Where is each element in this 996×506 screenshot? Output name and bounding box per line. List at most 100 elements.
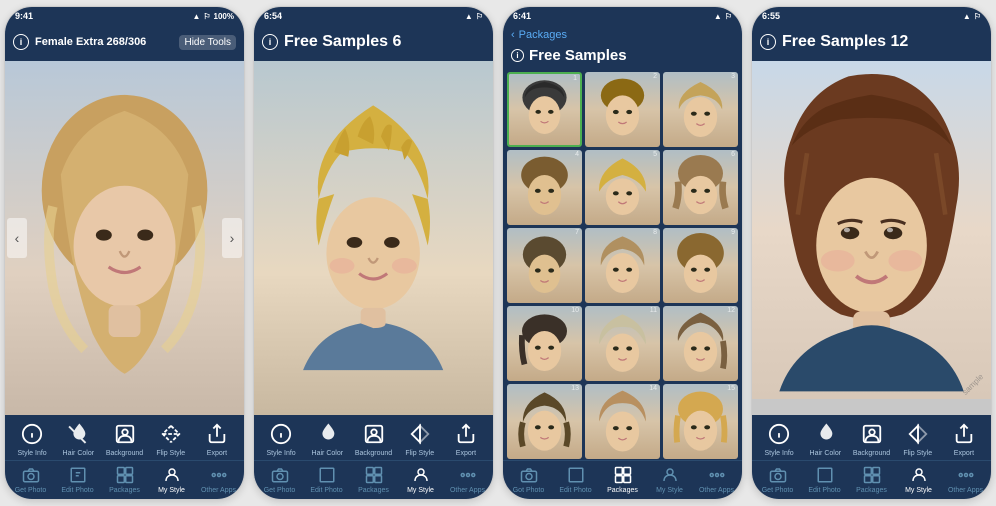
hair-face-4 [507, 150, 582, 225]
hair-cell-5[interactable]: 5 [585, 150, 660, 225]
left-arrow[interactable]: ‹ [7, 218, 27, 258]
tool-style-info-4[interactable]: Style Info [756, 420, 802, 457]
info-icon-2[interactable]: i [262, 34, 278, 50]
hair-face-5 [585, 150, 660, 225]
tool-hair-color-2[interactable]: Hair Color [304, 420, 350, 457]
hair-cell-12[interactable]: 12 [663, 306, 738, 381]
face-svg-4 [764, 61, 979, 399]
tool-flip-style[interactable]: Flip Style [148, 420, 194, 457]
nav-mystyle-3[interactable]: My Style [646, 464, 693, 494]
hair-cell-10[interactable]: 10 [507, 306, 582, 381]
cell-num-15: 15 [727, 385, 735, 392]
nav-packages-2[interactable]: Packages [350, 464, 397, 494]
tool-export-4[interactable]: Export [941, 420, 987, 457]
status-bar-1: 9:41 ▲ ⚐ 100% [5, 7, 244, 25]
hair-cell-13[interactable]: 13 [507, 384, 582, 459]
nav-mystyle-label-1: My Style [158, 487, 185, 494]
nav-packages-label-1: Packages [109, 487, 140, 494]
cell-num-4: 4 [575, 151, 579, 158]
info-icon-3[interactable]: i [511, 49, 524, 62]
cell-num-10: 10 [571, 307, 579, 314]
phone-1: 9:41 ▲ ⚐ 100% i Female Extra 268/306 Hid… [4, 6, 245, 500]
main-title-1: Female Extra 268/306 [35, 36, 146, 48]
nav-packages-4[interactable]: Packages [848, 464, 895, 494]
right-arrow[interactable]: › [222, 218, 242, 258]
status-bar-4: 6:55 ▲ ⚐ [752, 7, 991, 25]
hair-cell-7[interactable]: 7 [507, 228, 582, 303]
tool-hair-color[interactable]: Hair Color [55, 420, 101, 457]
nav-otherapps-1[interactable]: Other Apps [195, 464, 242, 494]
hair-cell-1[interactable]: 1 [507, 72, 582, 147]
hair-cell-2[interactable]: 2 [585, 72, 660, 147]
tool-style-info-2[interactable]: Style Info [258, 420, 304, 457]
camera-icon-1 [20, 464, 42, 486]
nav-camera-4[interactable]: Get Photo [754, 464, 801, 494]
nav-camera-2[interactable]: Get Photo [256, 464, 303, 494]
mystyle-icon-2 [410, 464, 432, 486]
nav-otherapps-2[interactable]: Other Apps [444, 464, 491, 494]
nav-edit-3[interactable]: Edit Photo [552, 464, 599, 494]
otherapps-icon-1 [208, 464, 230, 486]
hair-cell-4[interactable]: 4 [507, 150, 582, 225]
nav-camera-1[interactable]: Get Photo [7, 464, 54, 494]
hair-color-label: Hair Color [63, 450, 95, 457]
nav-edit-1[interactable]: Edit Photo [54, 464, 101, 494]
tool-background[interactable]: Background [101, 420, 147, 457]
nav-mystyle-2[interactable]: My Style [397, 464, 444, 494]
hair-cell-14[interactable]: 14 [585, 384, 660, 459]
hair-cell-11[interactable]: 11 [585, 306, 660, 381]
flip-style-label: Flip Style [156, 450, 185, 457]
hair-cell-15[interactable]: 15 [663, 384, 738, 459]
tool-export-2[interactable]: Export [443, 420, 489, 457]
time-3: 6:41 [513, 11, 531, 21]
nav-otherapps-3[interactable]: Other Apps [693, 464, 740, 494]
bucket-icon-2 [313, 420, 341, 448]
nav-edit-4[interactable]: Edit Photo [801, 464, 848, 494]
portrait-icon-2 [360, 420, 388, 448]
tool-flip-style-2[interactable]: Flip Style [397, 420, 443, 457]
nav-camera-3[interactable]: Got Photo [505, 464, 552, 494]
battery-icon: 100% [214, 12, 234, 21]
hair-cell-9[interactable]: 9 [663, 228, 738, 303]
big-portrait-4: sample [752, 61, 991, 399]
nav-otherapps-label-3: Other Apps [699, 487, 734, 494]
cell-num-5: 5 [653, 151, 657, 158]
wifi-icon-2: ⚐ [476, 12, 483, 21]
nav-otherapps-4[interactable]: Other Apps [942, 464, 989, 494]
hair-cell-8[interactable]: 8 [585, 228, 660, 303]
nav-edit-label-4: Edit Photo [808, 487, 840, 494]
signal-icon-2: ▲ [465, 12, 473, 21]
nav-mystyle-1[interactable]: My Style [148, 464, 195, 494]
hair-face-11 [585, 306, 660, 381]
tool-hair-color-4[interactable]: Hair Color [802, 420, 848, 457]
info-icon-4[interactable]: i [760, 34, 776, 50]
phone-3: 6:41 ▲ ⚐ ‹ Packages i Free Samples 1 [502, 6, 743, 500]
nav-edit-2[interactable]: Edit Photo [303, 464, 350, 494]
tool-export[interactable]: Export [194, 420, 240, 457]
portrait-icon [111, 420, 139, 448]
nav-packages-3[interactable]: Packages [599, 464, 646, 494]
hair-face-15 [663, 384, 738, 459]
back-button-3[interactable]: Packages [519, 29, 567, 41]
phone-4: 6:55 ▲ ⚐ i Free Samples 12 [751, 6, 992, 500]
nav-camera-label-1: Get Photo [15, 487, 47, 494]
nav-otherapps-label-1: Other Apps [201, 487, 236, 494]
hair-cell-3[interactable]: 3 [663, 72, 738, 147]
info-icon-1[interactable]: i [13, 34, 29, 50]
otherapps-icon-3 [706, 464, 728, 486]
phone-2: 6:54 ▲ ⚐ i Free Samples 6 [253, 6, 494, 500]
tool-flip-style-4[interactable]: Flip Style [895, 420, 941, 457]
tool-background-4[interactable]: Background [848, 420, 894, 457]
style-info-label-4: Style Info [765, 450, 794, 457]
tool-background-2[interactable]: Background [350, 420, 396, 457]
camera-icon-2 [269, 464, 291, 486]
nav-mystyle-4[interactable]: My Style [895, 464, 942, 494]
hide-tools-button[interactable]: Hide Tools [179, 35, 236, 50]
tool-style-info[interactable]: Style Info [9, 420, 55, 457]
hair-cell-6[interactable]: 6 [663, 150, 738, 225]
person-placeholder-1: ‹ › [5, 61, 244, 415]
style-info-label-2: Style Info [267, 450, 296, 457]
top-bar-3: ‹ Packages i Free Samples [503, 25, 742, 68]
nav-packages-1[interactable]: Packages [101, 464, 148, 494]
hair-face-10 [507, 306, 582, 381]
